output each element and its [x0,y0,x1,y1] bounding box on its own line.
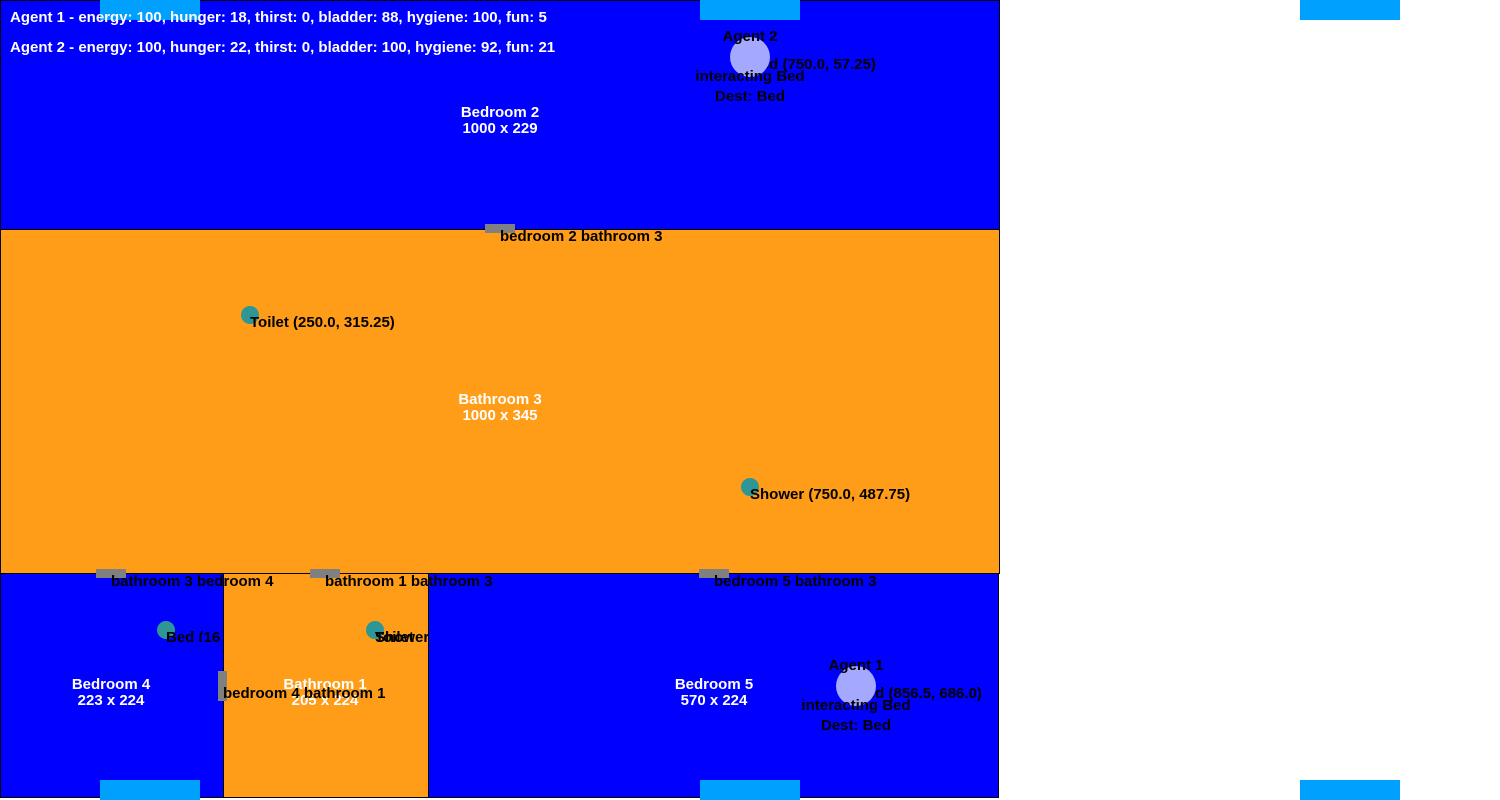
room-label-bedroom-4: Bedroom 4 223 x 224 [72,677,150,709]
shower-label: Shower (750.0, 487.75) [750,486,911,503]
bathroom1-object-labels-clip: Toilet Shower [375,622,428,643]
agent-2-dest: Dest: Bed [714,88,786,105]
room-label-bathroom-3: Bathroom 3 1000 x 345 [458,392,541,424]
shower-bathroom1-label: Shower [375,629,428,643]
door-label-bedroom4-bathroom1: bedroom 4 bathroom 1 [223,685,386,702]
room-label-bedroom-5: Bedroom 5 570 x 224 [675,677,753,709]
room-size: 1000 x 345 [462,407,538,424]
room-name: Bedroom 5 [674,676,754,693]
room-size: 223 x 224 [77,692,145,709]
room-name: Bedroom 2 [460,104,540,121]
room-name: Bedroom 4 [71,676,151,693]
agent-1-name: Agent 1 [828,657,884,674]
window-bottom-3 [1300,780,1400,800]
hud-agent-2-stats: Agent 2 - energy: 100, hunger: 22, thirs… [10,39,556,56]
room-size: 570 x 224 [680,692,748,709]
toilet-label: Toilet (250.0, 315.25) [250,314,395,331]
door-label-bedroom2-bathroom3: bedroom 2 bathroom 3 [500,228,663,245]
window-top-2 [700,0,800,20]
agent-1-dest: Dest: Bed [820,717,892,734]
agent-2-state: interacting Bed [695,68,805,85]
door-label-bathroom3-bedroom4: bathroom 3 bedroom 4 [111,573,274,590]
room-name: Bathroom 3 [458,391,542,408]
agent-1-state: interacting Bed [801,697,911,714]
door-label-bedroom5-bathroom3: bedroom 5 bathroom 3 [714,573,877,590]
door-label-bathroom1-bathroom3: bathroom 1 bathroom 3 [325,573,493,590]
room-label-bedroom-2: Bedroom 2 1000 x 229 [461,105,539,137]
room-size: 1000 x 229 [462,120,538,137]
agent-2-name: Agent 2 [722,28,778,45]
bed-bedroom4-label: Bed (16 [166,629,221,643]
bed-bedroom4-label-clip: Bed (16 [166,622,223,643]
window-top-3 [1300,0,1400,20]
window-bottom-2 [700,780,800,800]
hud-agent-1-stats: Agent 1 - energy: 100, hunger: 18, thirs… [10,9,547,26]
window-bottom-1 [100,780,200,800]
